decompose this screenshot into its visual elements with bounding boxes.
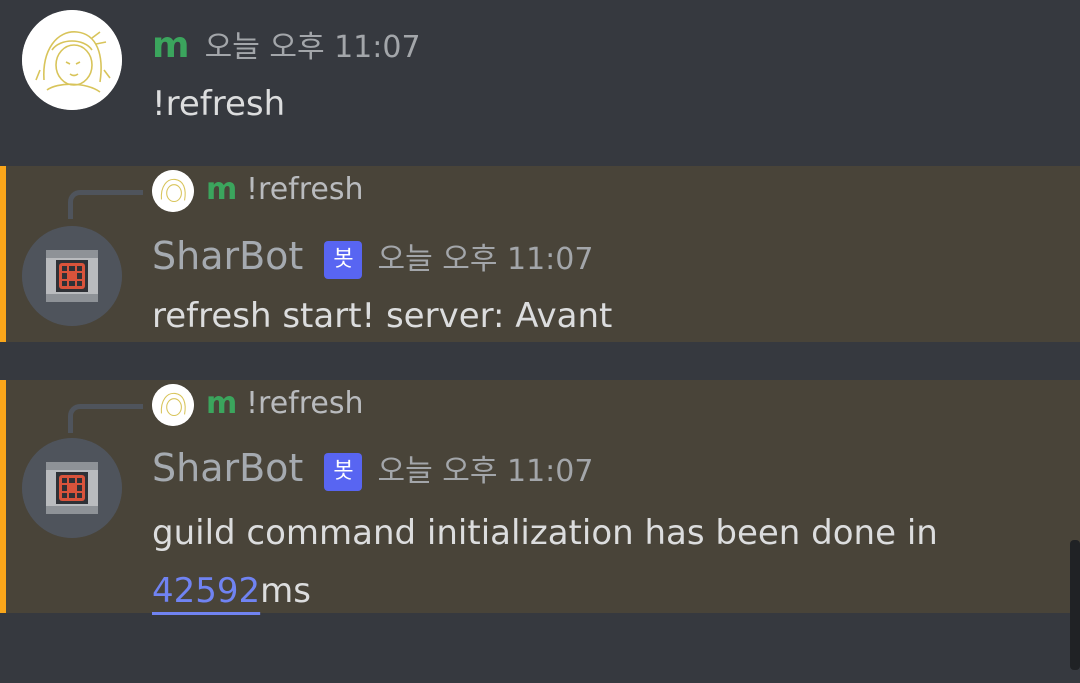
message-content: guild command initialization has been do…	[152, 504, 1032, 620]
message-content: refresh start! server: Avant	[152, 296, 613, 336]
mention-highlight-bar	[0, 166, 6, 342]
message-header: SharBot 봇 오늘 오후 11:07	[152, 234, 593, 279]
anime-sketch-icon	[152, 384, 194, 426]
reply-content: !refresh	[246, 386, 364, 421]
content-link[interactable]: 42592	[152, 571, 260, 611]
message: m !refresh SharBot 봇 오늘 오후 11:07	[0, 166, 1080, 342]
message-header: SharBot 봇 오늘 오후 11:07	[152, 446, 593, 491]
message-header: m 오늘 오후 11:07	[152, 22, 421, 66]
message: m !refresh SharBot 봇 오늘 오후 11:07	[0, 380, 1080, 613]
bot-username[interactable]: SharBot	[152, 446, 303, 490]
message-content: !refresh	[152, 84, 286, 124]
reply-spine	[68, 404, 143, 433]
robot-face-icon	[22, 438, 122, 538]
anime-sketch-icon	[152, 170, 194, 212]
bot-username[interactable]: SharBot	[152, 234, 303, 278]
anime-sketch-icon	[22, 10, 122, 110]
username[interactable]: m	[152, 25, 190, 66]
bot-avatar[interactable]	[22, 226, 122, 326]
timestamp: 오늘 오후 11:07	[377, 242, 594, 277]
scrollbar[interactable]	[1070, 540, 1080, 670]
timestamp: 오늘 오후 11:07	[204, 30, 421, 65]
reply-content: !refresh	[246, 172, 364, 207]
reply-author[interactable]: m	[206, 172, 237, 207]
user-avatar[interactable]	[22, 10, 122, 110]
robot-face-icon	[22, 226, 122, 326]
bot-tag: 봇	[324, 453, 363, 491]
mention-highlight-bar	[0, 380, 6, 613]
bot-tag: 봇	[324, 241, 363, 279]
reply-spine	[68, 190, 143, 219]
reply-avatar	[152, 384, 194, 426]
content-suffix: ms	[260, 571, 312, 611]
reply-avatar	[152, 170, 194, 212]
content-text: guild command initialization has been do…	[152, 513, 938, 553]
reply-author[interactable]: m	[206, 386, 237, 421]
timestamp: 오늘 오후 11:07	[377, 454, 594, 489]
chat-view: m 오늘 오후 11:07 !refresh m !refresh SharBo…	[0, 0, 1080, 683]
message: m 오늘 오후 11:07 !refresh	[0, 0, 1080, 160]
bot-avatar[interactable]	[22, 438, 122, 538]
